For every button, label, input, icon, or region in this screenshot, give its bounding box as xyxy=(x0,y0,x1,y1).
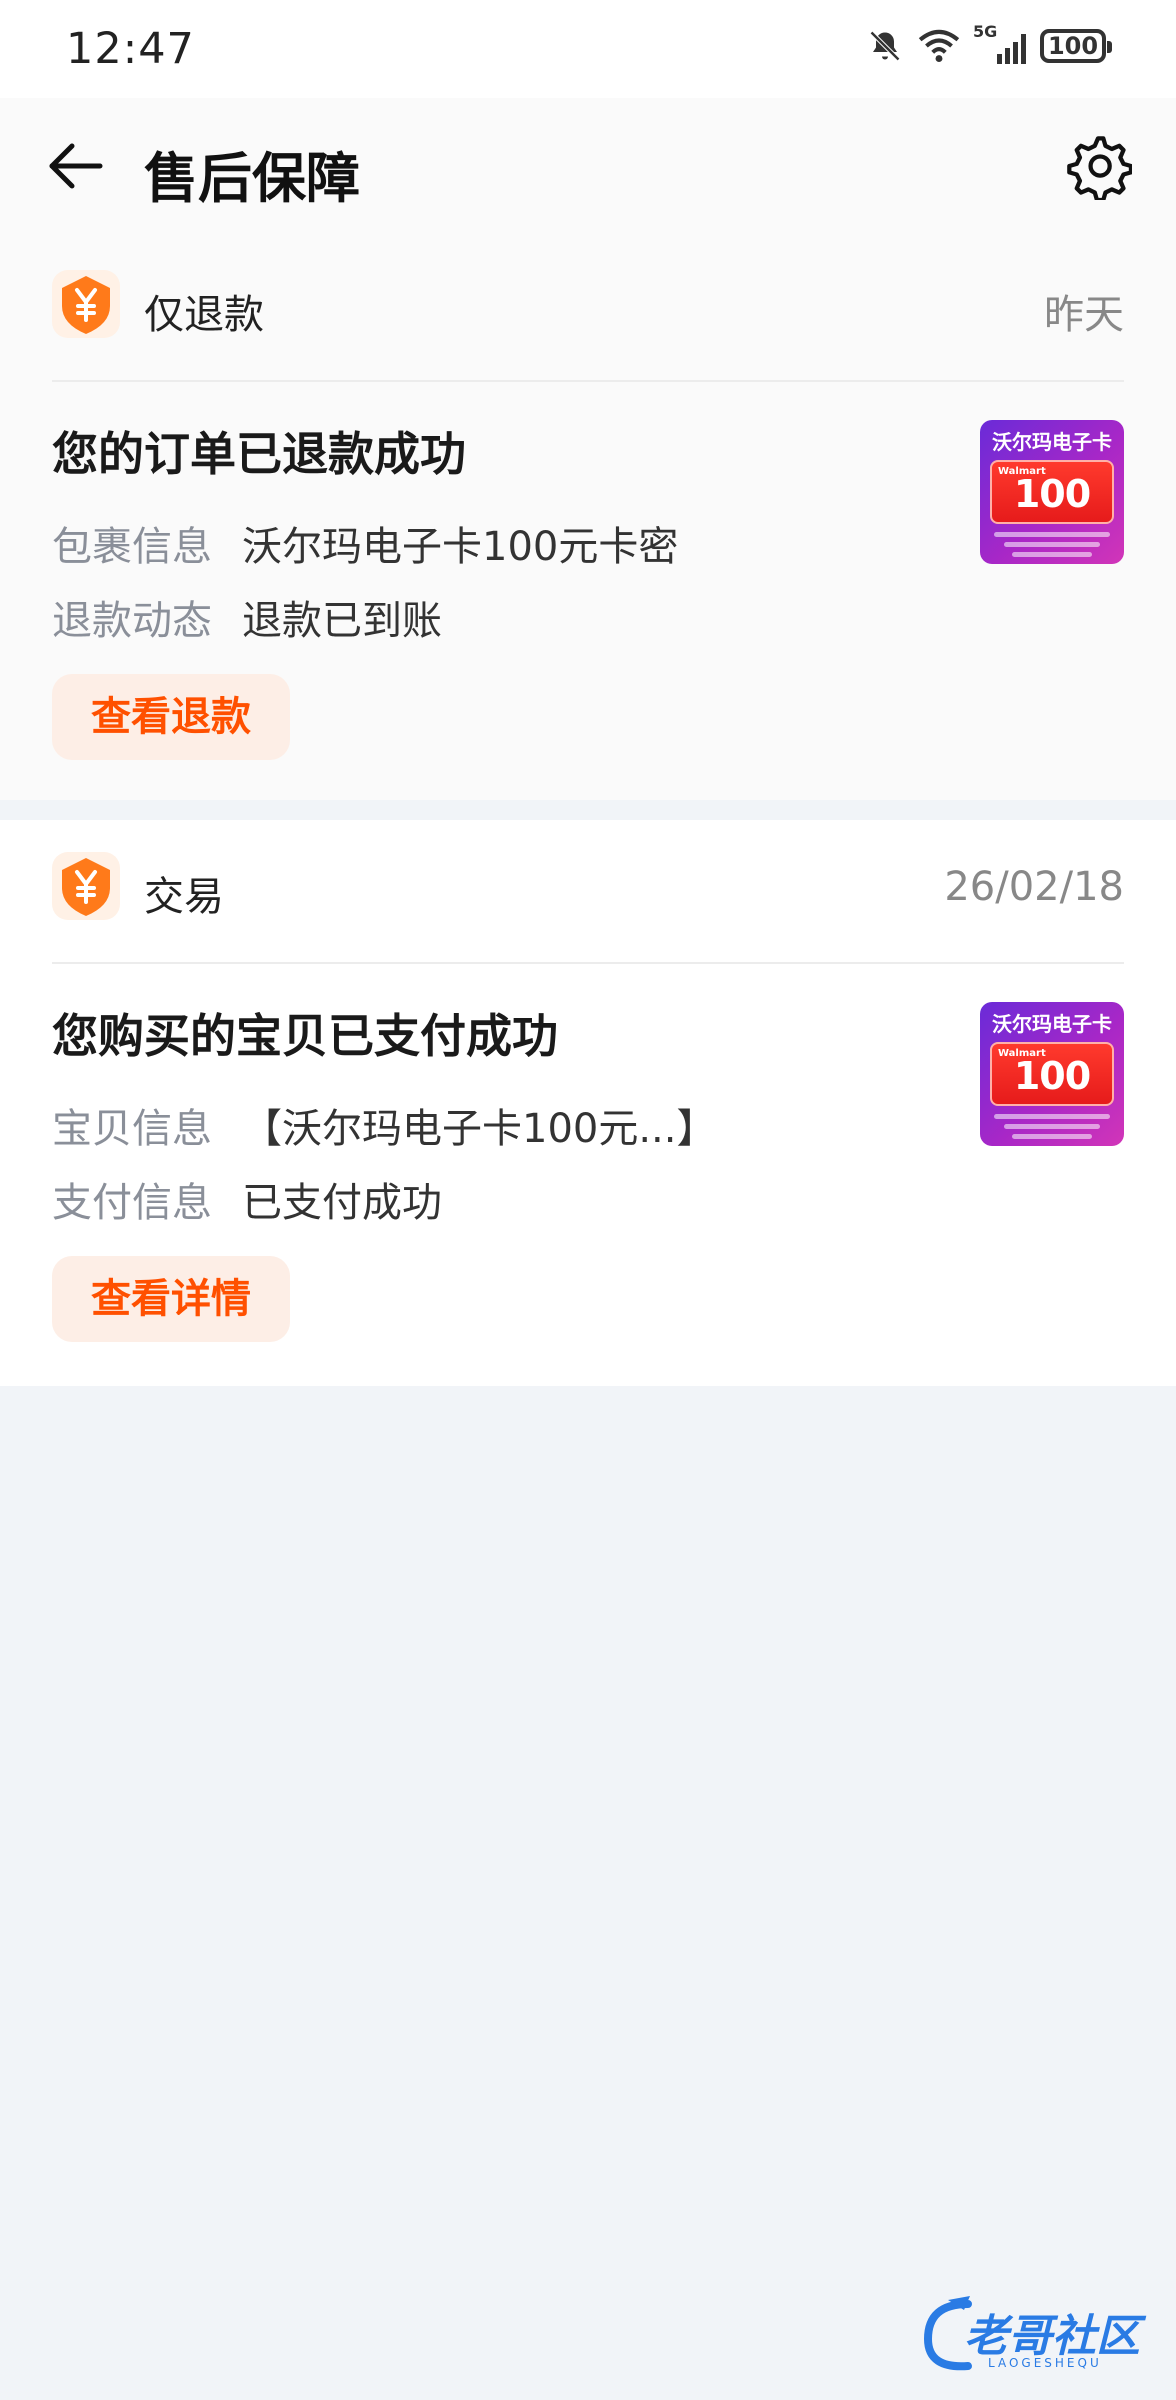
divider xyxy=(52,962,1124,964)
info-label: 包裹信息 xyxy=(52,524,212,570)
status-bar: 12:47 5G 100 xyxy=(0,0,1176,98)
info-label: 宝贝信息 xyxy=(52,1106,212,1152)
info-value: 已支付成功 xyxy=(242,1180,442,1226)
info-value: 退款已到账 xyxy=(242,598,442,644)
card-title: 您购买的宝贝已支付成功 xyxy=(52,1009,558,1063)
wifi-icon xyxy=(918,29,960,63)
battery-icon: 100 xyxy=(1040,29,1112,63)
view-refund-button[interactable]: 查看退款 xyxy=(52,674,290,760)
info-label: 支付信息 xyxy=(52,1180,212,1226)
thumbnail-title: 沃尔玛电子卡 xyxy=(992,430,1112,454)
yuan-shield-icon xyxy=(52,270,120,338)
info-value: 沃尔玛电子卡100元卡密 xyxy=(242,524,679,570)
info-row: 包裹信息 沃尔玛电子卡100元卡密 xyxy=(52,514,678,572)
view-details-button[interactable]: 查看详情 xyxy=(52,1256,290,1342)
thumbnail-text-line xyxy=(994,532,1110,537)
info-row: 宝贝信息 【沃尔玛电子卡100元...】 xyxy=(52,1096,717,1154)
watermark-logo: 老哥社区 LAOGESHEQU xyxy=(918,2290,1158,2380)
back-arrow-icon[interactable] xyxy=(44,134,108,198)
card-header: 仅退款 昨天 xyxy=(52,270,1124,340)
header: 售后保障 xyxy=(0,98,1176,238)
gift-card-graphic: Walmart 100 xyxy=(990,460,1114,524)
trade-card[interactable]: 交易 26/02/18 您购买的宝贝已支付成功 宝贝信息 【沃尔玛电子卡100元… xyxy=(0,820,1176,1386)
thumbnail-amount: 100 xyxy=(1013,472,1091,516)
card-date: 26/02/18 xyxy=(944,864,1124,910)
divider xyxy=(52,380,1124,382)
signal-icon: 5G xyxy=(973,22,1026,64)
info-row: 支付信息 已支付成功 xyxy=(52,1170,442,1228)
thumbnail-amount: 100 xyxy=(1013,1054,1091,1098)
gear-icon[interactable] xyxy=(1064,132,1132,200)
card-header: 交易 26/02/18 xyxy=(52,852,1124,922)
card-type: 仅退款 xyxy=(144,292,264,338)
thumbnail-text-line xyxy=(1004,1124,1100,1129)
gift-card-graphic: Walmart 100 xyxy=(990,1042,1114,1106)
card-title: 您的订单已退款成功 xyxy=(52,427,466,481)
card-type: 交易 xyxy=(144,874,224,920)
info-label: 退款动态 xyxy=(52,598,212,644)
card-date: 昨天 xyxy=(1044,292,1124,338)
thumbnail-text-line xyxy=(1004,542,1100,547)
status-icons: 5G 100 xyxy=(867,22,1112,64)
thumbnail-text-line xyxy=(1012,1134,1092,1139)
mute-bell-icon xyxy=(869,30,901,62)
thumbnail-text-line xyxy=(994,1114,1110,1119)
thumbnail-text-line xyxy=(1012,552,1092,557)
page-title: 售后保障 xyxy=(144,147,360,210)
network-label: 5G xyxy=(973,22,998,41)
yuan-shield-icon xyxy=(52,852,120,920)
info-row: 退款动态 退款已到账 xyxy=(52,588,442,646)
watermark-text: 老哥社区 xyxy=(964,2311,1140,2362)
product-thumbnail[interactable]: 沃尔玛电子卡 Walmart 100 xyxy=(980,420,1124,564)
refund-card[interactable]: 仅退款 昨天 您的订单已退款成功 包裹信息 沃尔玛电子卡100元卡密 退款动态 … xyxy=(0,238,1176,800)
status-time: 12:47 xyxy=(66,24,195,74)
watermark-sub: LAOGESHEQU xyxy=(988,2356,1102,2370)
product-thumbnail[interactable]: 沃尔玛电子卡 Walmart 100 xyxy=(980,1002,1124,1146)
thumbnail-title: 沃尔玛电子卡 xyxy=(992,1012,1112,1036)
info-value: 【沃尔玛电子卡100元...】 xyxy=(242,1106,717,1152)
